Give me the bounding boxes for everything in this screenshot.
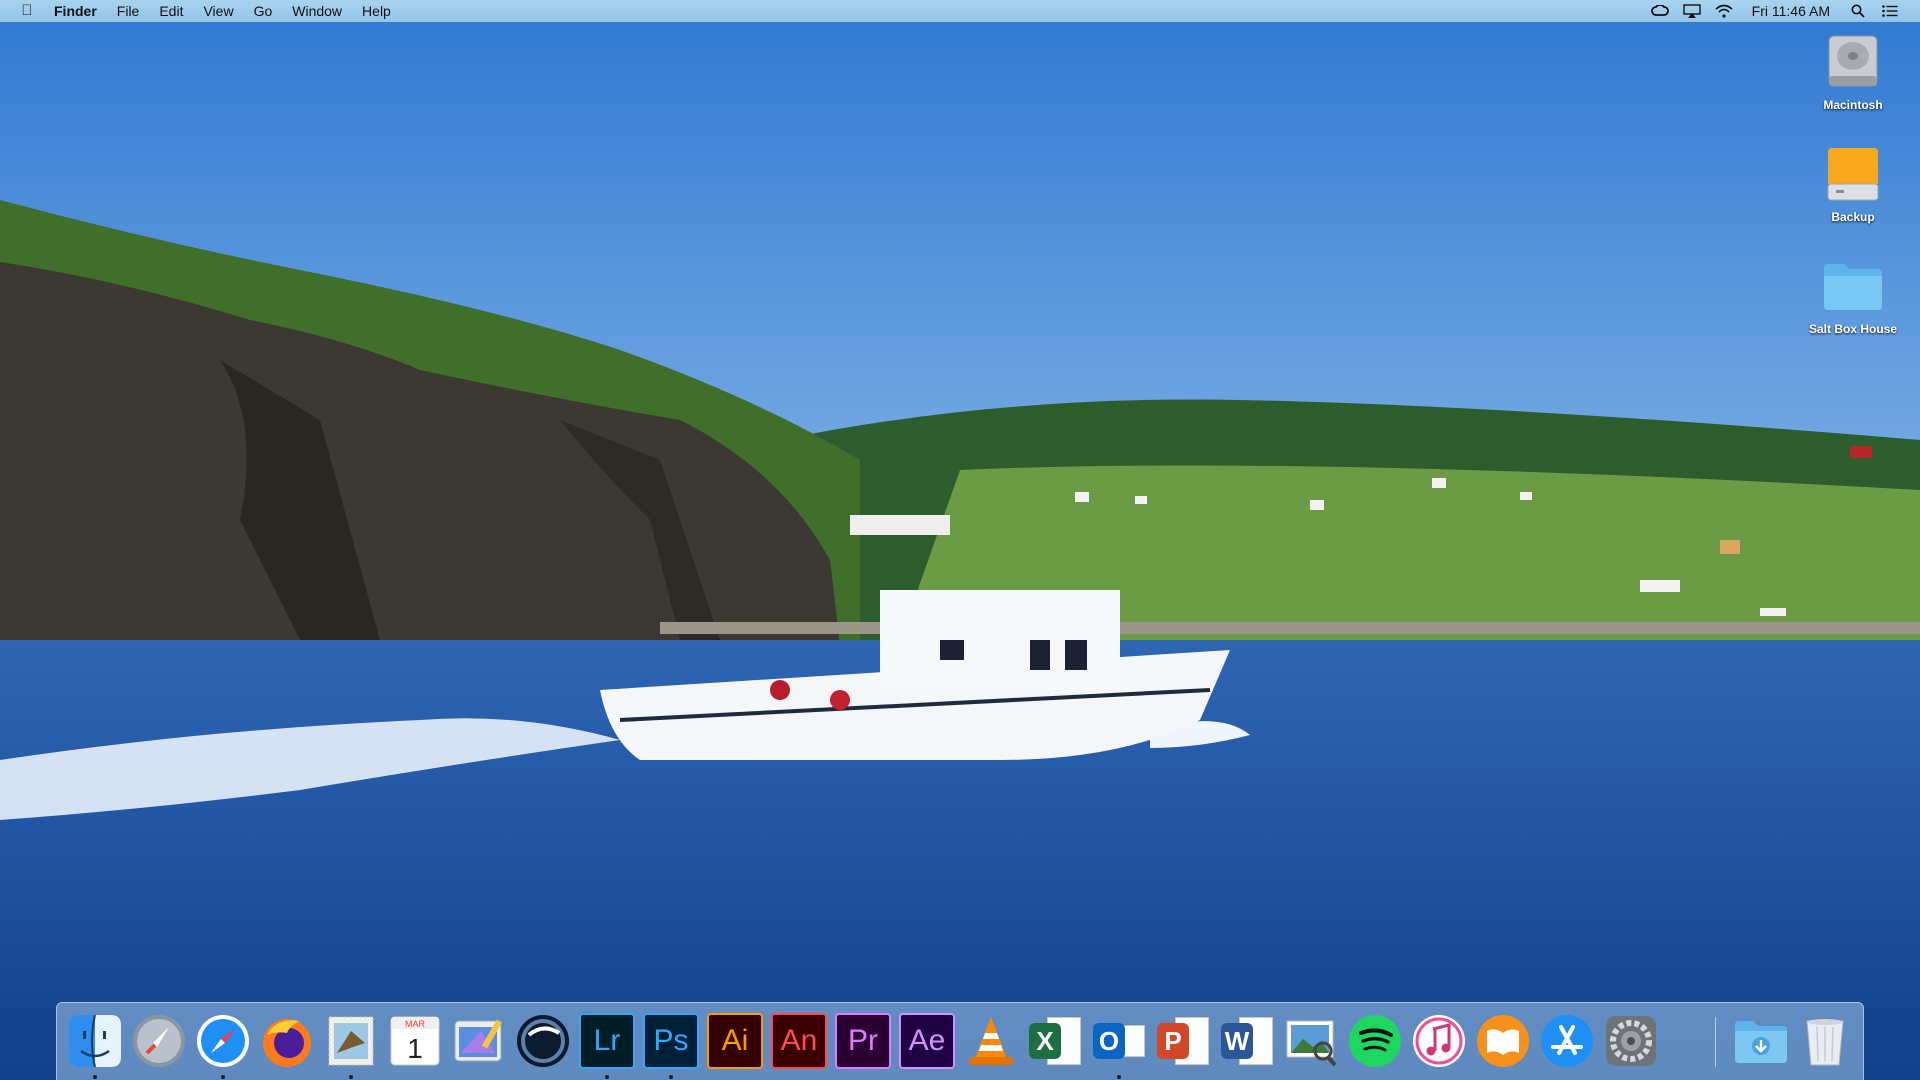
photoshop-icon: Ps: [643, 1013, 699, 1069]
excel-letter: X: [1029, 1023, 1061, 1059]
creative-cloud-icon[interactable]: [1644, 0, 1676, 22]
dock-item-preview[interactable]: [1283, 1013, 1339, 1069]
dock-item-lightroom[interactable]: Lr: [579, 1013, 635, 1079]
after-effects-icon: Ae: [899, 1013, 955, 1069]
calendar-day: 1: [407, 1033, 423, 1064]
external-drive-icon: [1821, 142, 1885, 206]
excel-icon: X: [1027, 1013, 1083, 1069]
dock-item-itunes[interactable]: [1411, 1013, 1467, 1069]
lightroom-icon: Lr: [579, 1013, 635, 1069]
ibooks-icon: [1477, 1015, 1529, 1067]
code-editor-icon: [454, 1019, 503, 1062]
menu-clock[interactable]: Fri 11:46 AM: [1740, 3, 1842, 19]
dock-item-safari[interactable]: [195, 1013, 251, 1079]
desktop-icon-salt-box-house[interactable]: Salt Box House: [1798, 254, 1908, 336]
notification-center-icon[interactable]: [1874, 0, 1906, 22]
menu-help[interactable]: Help: [352, 0, 401, 22]
menu-app-finder[interactable]: Finder: [54, 0, 107, 22]
wifi-icon[interactable]: [1708, 0, 1740, 22]
dock-item-downloads[interactable]: [1733, 1013, 1789, 1069]
dock-item-app-store[interactable]: [1539, 1013, 1595, 1069]
dock-item-firefox[interactable]: [259, 1013, 315, 1069]
menu-view[interactable]: View: [193, 0, 243, 22]
trash-icon: [1806, 1019, 1844, 1066]
dock-item-photoshop[interactable]: Ps: [643, 1013, 699, 1079]
dock-item-word[interactable]: W: [1219, 1013, 1275, 1069]
system-preferences-gear-icon: [1606, 1016, 1656, 1066]
dock-item-vlc[interactable]: [963, 1013, 1019, 1069]
desktop-icon-macintosh[interactable]: Macintosh: [1798, 30, 1908, 112]
dock-item-outlook[interactable]: O: [1091, 1013, 1147, 1079]
dock-item-animate[interactable]: An: [771, 1013, 827, 1069]
menu-edit[interactable]: Edit: [149, 0, 193, 22]
finder-icon: [69, 1014, 121, 1068]
menu-file[interactable]: File: [107, 0, 150, 22]
dock-item-web-editor[interactable]: [451, 1013, 507, 1069]
spotlight-search-icon[interactable]: [1842, 0, 1874, 22]
running-indicator: [605, 1075, 609, 1079]
vlc-cone-icon: [969, 1017, 1013, 1065]
dock-item-finder[interactable]: [67, 1013, 123, 1079]
dock: MAR 1 Lr Ps Ai An Pr Ae X O P W: [56, 1002, 1864, 1080]
dock-item-ibooks[interactable]: [1475, 1013, 1531, 1069]
dock-item-premiere-pro[interactable]: Pr: [835, 1013, 891, 1069]
dock-item-mail[interactable]: [323, 1013, 379, 1079]
menu-bar:  Finder File Edit View Go Window Help F…: [0, 0, 1920, 22]
dock-item-cinema-4d[interactable]: [515, 1013, 571, 1069]
downloads-folder-icon: [1735, 1021, 1787, 1063]
airplay-icon[interactable]: [1676, 0, 1708, 22]
launchpad-rocket-icon: [133, 1015, 185, 1067]
dock-item-powerpoint[interactable]: P: [1155, 1013, 1211, 1069]
mail-eagle-stamp-icon: [328, 1016, 374, 1066]
running-indicator: [1117, 1075, 1121, 1079]
dock-item-after-effects[interactable]: Ae: [899, 1013, 955, 1069]
running-indicator: [669, 1075, 673, 1079]
app-store-icon: [1541, 1015, 1593, 1067]
itunes-note-icon: [1413, 1015, 1465, 1067]
cinema4d-icon: [517, 1015, 569, 1067]
word-letter: W: [1221, 1023, 1253, 1059]
apple-logo-icon[interactable]: : [0, 2, 54, 19]
animate-icon: An: [771, 1013, 827, 1069]
dock-item-spotify[interactable]: [1347, 1013, 1403, 1069]
calendar-month: MAR: [405, 1019, 426, 1029]
desktop-icon-label: Backup: [1831, 210, 1875, 224]
illustrator-icon: Ai: [707, 1013, 763, 1069]
premiere-icon: Pr: [835, 1013, 891, 1069]
firefox-icon: [263, 1019, 311, 1067]
running-indicator: [221, 1075, 225, 1079]
dock-item-system-preferences[interactable]: [1603, 1013, 1659, 1069]
status-area: Fri 11:46 AM: [1644, 0, 1920, 22]
outlook-icon: O: [1091, 1013, 1147, 1069]
internal-drive-icon: [1821, 30, 1885, 94]
safari-compass-icon: [197, 1015, 249, 1067]
outlook-letter: O: [1093, 1023, 1125, 1059]
word-icon: W: [1219, 1013, 1275, 1069]
desktop-icon-label: Macintosh: [1823, 98, 1883, 112]
dock-item-illustrator[interactable]: Ai: [707, 1013, 763, 1069]
dock-item-launchpad[interactable]: [131, 1013, 187, 1069]
running-indicator: [349, 1075, 353, 1079]
menu-go[interactable]: Go: [244, 0, 283, 22]
desktop-icon-label: Salt Box House: [1808, 322, 1898, 336]
dock-item-trash[interactable]: [1797, 1013, 1853, 1069]
menu-window[interactable]: Window: [282, 0, 352, 22]
dock-item-excel[interactable]: X: [1027, 1013, 1083, 1069]
desktop-wallpaper: [0, 0, 1920, 1080]
calendar-icon: MAR 1: [390, 1016, 440, 1066]
preview-icon: [1286, 1020, 1337, 1067]
running-indicator: [93, 1075, 97, 1079]
powerpoint-icon: P: [1155, 1013, 1211, 1069]
spotify-icon: [1349, 1015, 1401, 1067]
desktop-icon-backup[interactable]: Backup: [1798, 142, 1908, 224]
folder-icon: [1821, 254, 1885, 318]
dock-separator: [1715, 1017, 1716, 1067]
powerpoint-letter: P: [1157, 1023, 1189, 1059]
dock-item-calendar[interactable]: MAR 1: [387, 1013, 443, 1069]
